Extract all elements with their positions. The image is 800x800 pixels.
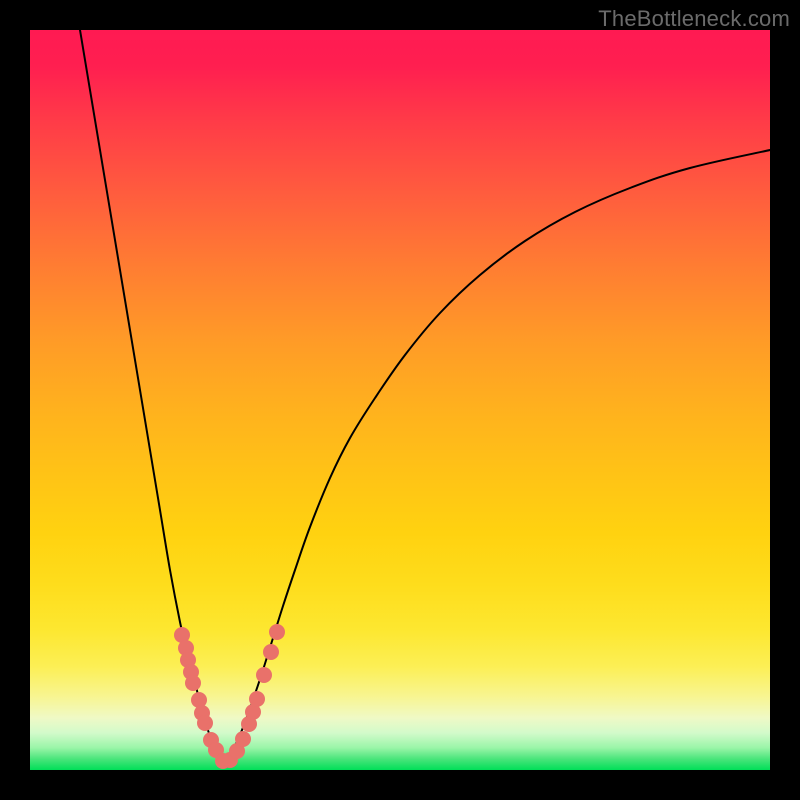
marker-point [197,715,213,731]
marker-point [263,644,279,660]
curve-left-branch [80,30,225,763]
marker-point [256,667,272,683]
marker-point [185,675,201,691]
marker-group [174,624,285,769]
chart-plot-area [30,30,770,770]
chart-svg-overlay [30,30,770,770]
marker-point [269,624,285,640]
marker-point [235,731,251,747]
curve-right-branch [225,150,770,763]
watermark-text: TheBottleneck.com [598,6,790,32]
marker-point [249,691,265,707]
